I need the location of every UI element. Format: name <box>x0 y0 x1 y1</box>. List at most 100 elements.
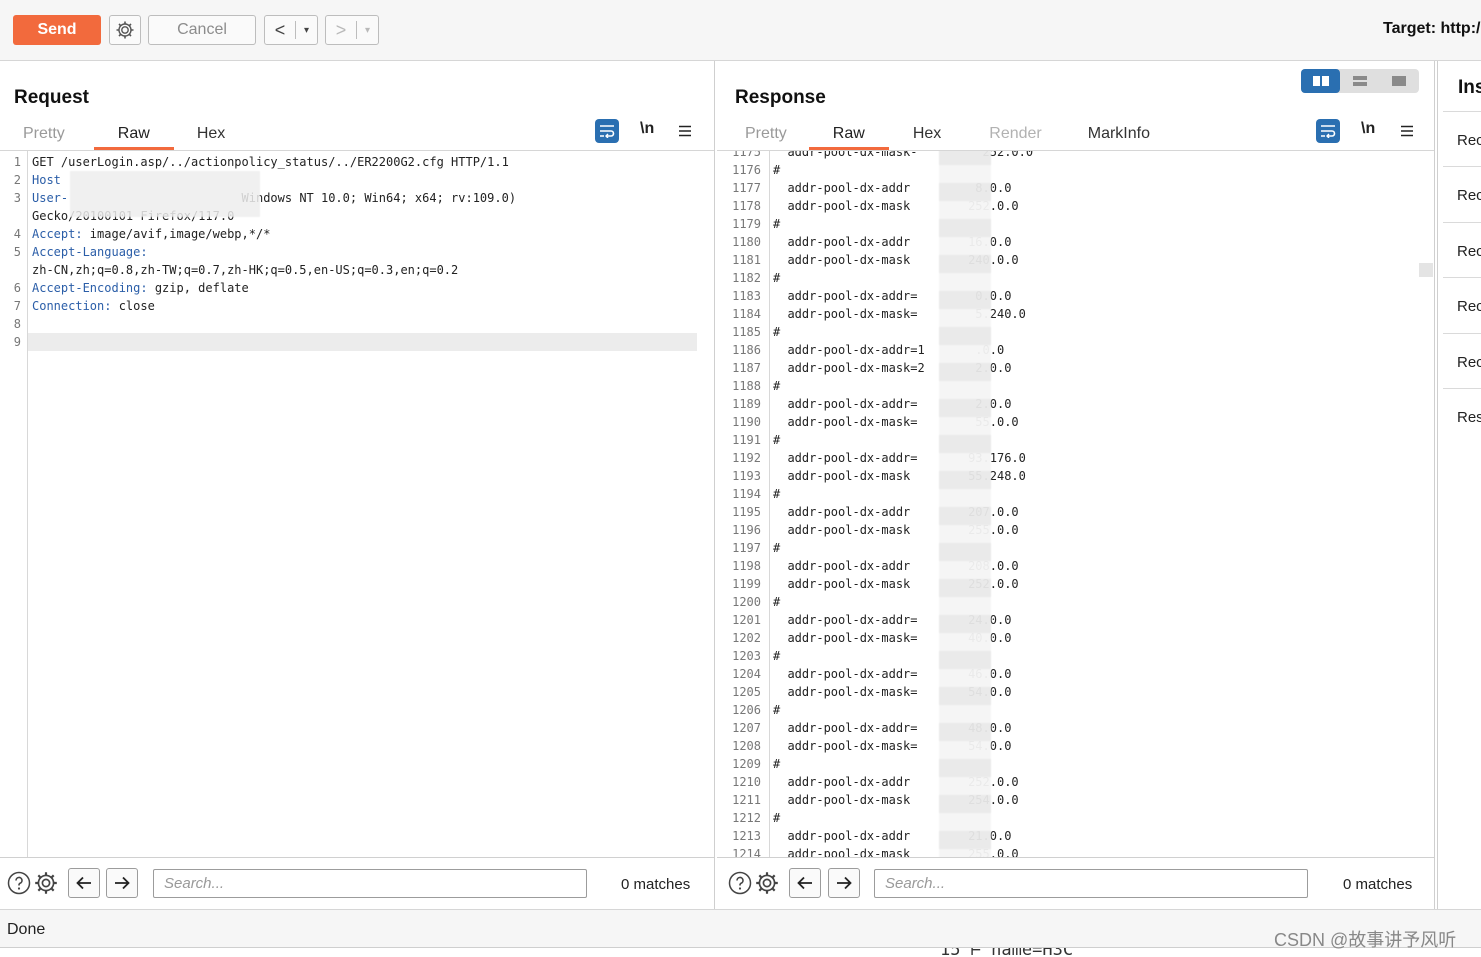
hamburger-icon <box>679 125 691 137</box>
tab-raw[interactable]: Raw <box>93 125 174 150</box>
line-number: 1184 <box>732 307 761 321</box>
search-next-button[interactable] <box>828 868 860 898</box>
tab-raw[interactable]: Raw <box>808 125 889 150</box>
line-number: 1179 <box>732 217 761 231</box>
code-line: Accept-Language: <box>32 243 148 261</box>
rows-icon <box>1352 76 1367 86</box>
tab-markinfo[interactable]: MarkInfo <box>1086 125 1152 143</box>
code-line: # <box>773 811 781 825</box>
help-button[interactable] <box>727 870 753 896</box>
header-name: User- <box>32 191 69 205</box>
code-line: # <box>773 325 781 339</box>
line-number: 1177 <box>732 181 761 195</box>
line-number: 1200 <box>732 595 761 609</box>
line-number: 7 <box>13 299 21 313</box>
line-number: 1175 <box>732 151 761 159</box>
header-name: Accept-Language: <box>32 245 148 259</box>
request-editor[interactable]: 1 GET /userLogin.asp/../actionpolicy_stat… <box>0 151 714 857</box>
line-number: 1186 <box>732 343 761 357</box>
line-number: 4 <box>13 227 21 241</box>
inspector-item[interactable]: Rec <box>1443 111 1481 166</box>
redaction-blur <box>939 151 991 857</box>
line-number: 1203 <box>732 649 761 663</box>
tab-hex[interactable]: Hex <box>195 125 227 143</box>
layout-tabs-button[interactable] <box>1380 69 1419 93</box>
columns-icon <box>1312 76 1329 86</box>
search-settings-button[interactable] <box>754 870 780 896</box>
code-line: # <box>773 379 781 393</box>
help-button[interactable] <box>6 870 32 896</box>
line-number: 1188 <box>732 379 761 393</box>
back-dropdown-icon[interactable]: ▾ <box>296 25 317 36</box>
current-line-highlight <box>28 333 697 351</box>
layout-stacked-button[interactable] <box>1340 69 1379 93</box>
line-number: 1176 <box>732 163 761 177</box>
line-number: 1187 <box>732 361 761 375</box>
target-label[interactable]: Target: http:/ <box>1383 20 1480 38</box>
send-button[interactable]: Send <box>13 15 101 45</box>
inspector-panel: Ins Rec Rec Rec Rec Rec Res <box>1437 61 1481 909</box>
cancel-button[interactable]: Cancel <box>148 15 256 45</box>
background-editor-text: 15 ⊢ name=H3C <box>940 947 1074 957</box>
request-search-bar: Search... 0 matches <box>0 857 714 909</box>
code-line: # <box>773 217 781 231</box>
code-line: # <box>773 433 781 447</box>
inspector-item[interactable]: Rec <box>1443 222 1481 277</box>
status-bar: Done <box>0 909 1481 947</box>
header-name: Connection: <box>32 299 112 313</box>
inspector-item[interactable]: Res <box>1443 388 1481 443</box>
search-prev-button[interactable] <box>68 868 100 898</box>
tab-pretty[interactable]: Pretty <box>21 125 67 143</box>
response-menu-button[interactable] <box>1395 119 1419 143</box>
line-number: 9 <box>13 335 21 349</box>
newline-toggle[interactable]: \n <box>640 120 654 138</box>
inspector-item[interactable]: Rec <box>1443 333 1481 388</box>
line-number: 1213 <box>732 829 761 843</box>
gear-icon <box>756 872 778 894</box>
line-number: 1178 <box>732 199 761 213</box>
code-line: # <box>773 703 781 717</box>
code-line: Connection: close <box>32 297 155 315</box>
line-number: 1189 <box>732 397 761 411</box>
layout-side-by-side-button[interactable] <box>1301 69 1341 93</box>
line-number: 1191 <box>732 433 761 447</box>
line-number: 1212 <box>732 811 761 825</box>
wrap-icon <box>1321 125 1336 138</box>
response-editor[interactable]: 1175 addr-pool-dx-mask- 252.0.0 1176 #1177… <box>717 151 1434 857</box>
forward-arrow-icon: > <box>335 19 347 40</box>
watermark: CSDN @故事讲予风听 <box>1274 930 1457 950</box>
search-next-button[interactable] <box>106 868 138 898</box>
line-number: 1181 <box>732 253 761 267</box>
code-line: Accept: image/avif,image/webp,*/* <box>32 225 270 243</box>
inspector-item[interactable]: Rec <box>1443 166 1481 221</box>
tab-hex[interactable]: Hex <box>911 125 943 143</box>
history-forward-button[interactable]: > ▾ <box>325 15 379 45</box>
line-number: 1180 <box>732 235 761 249</box>
line-number: 1199 <box>732 577 761 591</box>
newline-toggle[interactable]: \n <box>1361 120 1375 138</box>
header-value: zh-CN,zh;q=0.8,zh-TW;q=0.7,zh-HK;q=0.5,e… <box>32 263 459 277</box>
search-settings-button[interactable] <box>33 870 59 896</box>
word-wrap-button[interactable] <box>1316 119 1340 143</box>
header-value: GET /userLogin.asp/../actionpolicy_statu… <box>32 155 509 169</box>
scrollbar-thumb[interactable] <box>1419 263 1433 277</box>
gear-icon <box>116 21 134 39</box>
request-menu-button[interactable] <box>673 119 697 143</box>
line-number: 1182 <box>732 271 761 285</box>
inspector-item[interactable]: Rec <box>1443 277 1481 332</box>
search-prev-button[interactable] <box>789 868 821 898</box>
settings-button[interactable] <box>109 15 141 45</box>
layout-toggle <box>1301 69 1419 93</box>
search-input[interactable]: Search... <box>153 869 587 898</box>
word-wrap-button[interactable] <box>595 119 619 143</box>
code-line: Host <box>32 171 61 189</box>
history-back-button[interactable]: < ▾ <box>264 15 318 45</box>
code-line: zh-CN,zh;q=0.8,zh-TW;q=0.7,zh-HK;q=0.5,e… <box>32 261 458 279</box>
search-input[interactable]: Search... <box>874 869 1308 898</box>
tab-render[interactable]: Render <box>987 125 1043 143</box>
tab-pretty[interactable]: Pretty <box>743 125 789 143</box>
match-count: 0 matches <box>621 876 691 893</box>
forward-dropdown-icon[interactable]: ▾ <box>357 25 378 36</box>
line-number: 1194 <box>732 487 761 501</box>
line-number: 8 <box>13 317 21 331</box>
